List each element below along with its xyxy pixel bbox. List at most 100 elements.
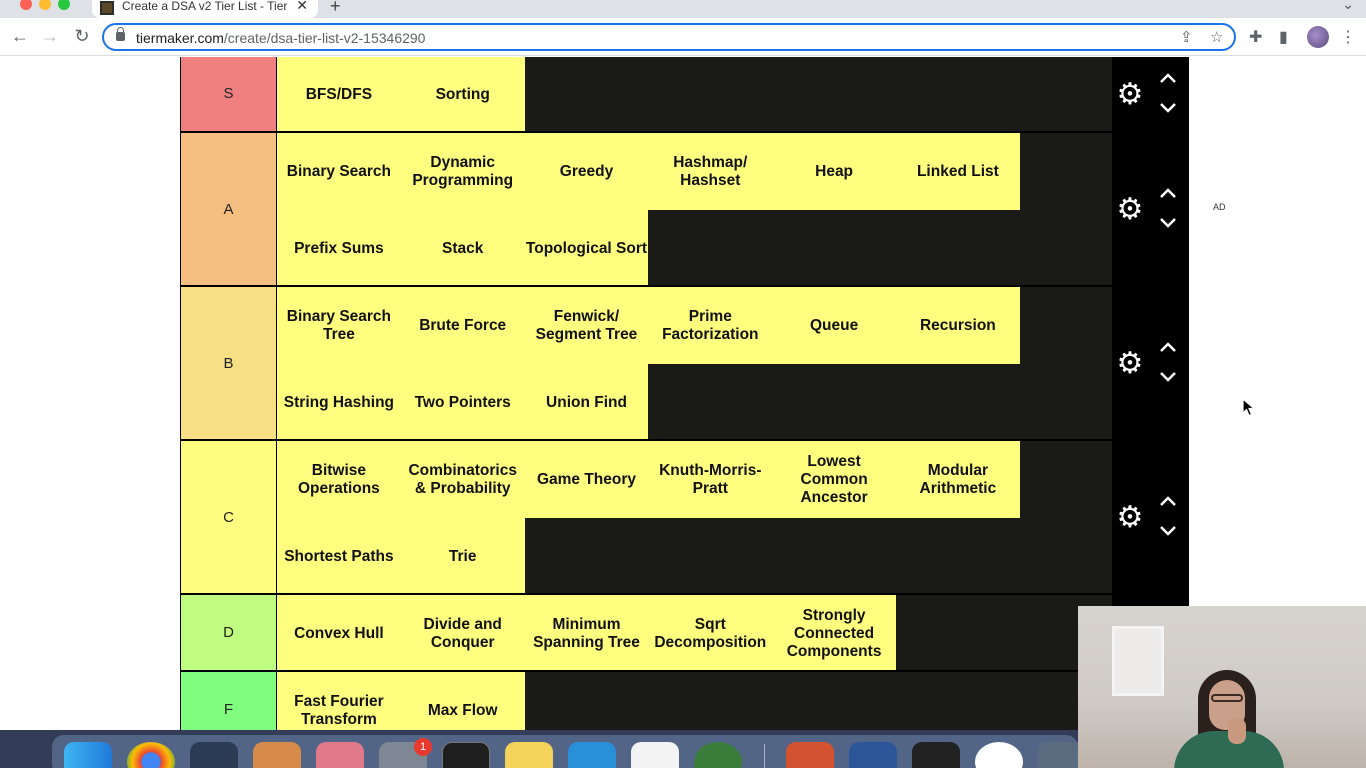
tier-item[interactable]: Brute Force	[400, 287, 525, 364]
tier-item[interactable]: Trie	[400, 518, 525, 595]
tier-items-c[interactable]: Bitwise Operations Combinatorics & Probab…	[277, 441, 1112, 595]
fox-app-icon[interactable]	[253, 742, 301, 768]
forward-arrow-icon[interactable]: →	[38, 24, 62, 48]
browser-toolbar: ← → ↻ tiermaker.com/create/dsa-tier-list…	[0, 18, 1366, 56]
tier-item[interactable]: String Hashing	[277, 364, 401, 441]
tier-item[interactable]: Stack	[400, 210, 525, 287]
word-icon[interactable]	[849, 742, 897, 768]
tier-item[interactable]: Prefix Sums	[277, 210, 401, 287]
tier-items-d[interactable]: Convex Hull Divide and Conquer Minimum Spa…	[277, 595, 1112, 672]
close-window-button[interactable]	[20, 0, 32, 10]
tab-strip: Create a DSA v2 Tier List - Tier ✕ + ⌄	[0, 0, 1366, 18]
chevron-up-icon[interactable]	[1157, 494, 1179, 510]
tier-item[interactable]: Fast Fourier Transform	[277, 672, 401, 730]
chevron-up-icon[interactable]	[1157, 340, 1179, 356]
chevron-down-icon[interactable]	[1157, 524, 1179, 540]
gear-icon[interactable]: ⚙	[1116, 79, 1144, 109]
tier-item[interactable]: Union Find	[524, 364, 649, 441]
tier-item[interactable]: Queue	[772, 287, 896, 364]
terminal-icon[interactable]	[442, 742, 490, 768]
dock-separator	[764, 744, 765, 768]
tier-item[interactable]: Bitwise Operations	[277, 441, 401, 518]
tier-label-s[interactable]: S	[180, 57, 277, 131]
extensions-puzzle-icon[interactable]: ✚	[1249, 27, 1262, 47]
tier-item[interactable]: Recursion	[895, 287, 1020, 364]
chevron-up-icon[interactable]	[1157, 186, 1179, 202]
tier-items-f[interactable]: Fast Fourier Transform Max Flow	[277, 672, 1112, 730]
tier-item[interactable]: Linked List	[895, 133, 1020, 210]
gear-icon[interactable]: ⚙	[1116, 195, 1144, 225]
tier-item[interactable]: Combinatorics & Probability	[400, 441, 525, 518]
new-tab-button[interactable]: +	[330, 0, 341, 15]
tier-item[interactable]: Divide and Conquer	[400, 595, 525, 672]
piano-app-icon[interactable]	[912, 742, 960, 768]
bookmark-star-icon[interactable]: ☆	[1210, 28, 1223, 46]
tier-item[interactable]: Binary Search	[277, 133, 401, 210]
tier-item[interactable]: Strongly Connected Components	[772, 595, 896, 672]
zoom-window-button[interactable]	[58, 0, 70, 10]
tier-item[interactable]: Hashmap/ Hashset	[648, 133, 773, 210]
tier-item[interactable]: Sorting	[400, 57, 525, 133]
side-panel-icon[interactable]: ▮	[1279, 27, 1288, 47]
tier-item[interactable]: Fenwick/ Segment Tree	[524, 287, 649, 364]
tier-item[interactable]: Shortest Paths	[277, 518, 401, 595]
gear-icon[interactable]: ⚙	[1116, 503, 1144, 533]
tier-controls: ⚙	[1112, 133, 1189, 285]
address-bar[interactable]: tiermaker.com/create/dsa-tier-list-v2-15…	[102, 23, 1236, 51]
gear-icon[interactable]: ⚙	[1116, 349, 1144, 379]
webcam-window-shape	[1112, 626, 1164, 696]
browser-tab[interactable]: Create a DSA v2 Tier List - Tier ✕	[92, 0, 318, 18]
tier-label-b[interactable]: B	[180, 287, 277, 439]
minimize-window-button[interactable]	[39, 0, 51, 10]
chevron-up-icon[interactable]	[1157, 71, 1179, 87]
tier-item[interactable]: Max Flow	[400, 672, 525, 730]
powerpoint-icon[interactable]	[786, 742, 834, 768]
affinity-icon[interactable]	[316, 742, 364, 768]
notes-pencil-icon[interactable]	[631, 742, 679, 768]
screen: Create a DSA v2 Tier List - Tier ✕ + ⌄ ←…	[0, 0, 1366, 768]
reload-icon[interactable]: ↻	[70, 24, 94, 48]
tier-row-f: FFast Fourier TransformMax Flow⚙	[180, 670, 1189, 730]
tier-controls: ⚙	[1112, 57, 1189, 131]
profile-avatar[interactable]	[1307, 26, 1329, 48]
tier-label-a[interactable]: A	[180, 133, 277, 285]
tier-item[interactable]: Dynamic Programming	[400, 133, 525, 210]
tab-search-chevron-icon[interactable]: ⌄	[1342, 0, 1354, 13]
browser-menu-icon[interactable]: ⋮	[1340, 27, 1356, 47]
tier-item[interactable]: Game Theory	[524, 441, 649, 518]
tier-items-b[interactable]: Binary Search Tree Brute Force Fenwick/ Se…	[277, 287, 1112, 441]
tier-item[interactable]: Knuth-Morris-Pratt	[648, 441, 773, 518]
tier-items-s[interactable]: BFS/DFS Sorting	[277, 57, 1112, 133]
tier-items-a[interactable]: Binary Search Dynamic Programming Greedy Ha…	[277, 133, 1112, 287]
tier-label-f[interactable]: F	[180, 672, 277, 730]
tier-item[interactable]: Greedy	[524, 133, 649, 210]
tab-title: Create a DSA v2 Tier List - Tier	[122, 0, 288, 12]
back-arrow-icon[interactable]: ←	[8, 24, 32, 48]
tier-item[interactable]: Convex Hull	[277, 595, 401, 672]
tier-item[interactable]: Prime Factorization	[648, 287, 773, 364]
maps-pin-icon[interactable]	[190, 742, 238, 768]
share-icon[interactable]: ⇪	[1180, 28, 1193, 46]
chevron-down-icon[interactable]	[1157, 101, 1179, 117]
tab-close-icon[interactable]: ✕	[296, 0, 308, 12]
chevron-down-icon[interactable]	[1157, 216, 1179, 232]
tier-row-b: B Binary Search Tree Brute Force Fenwick/ S…	[180, 285, 1189, 441]
tier-item[interactable]: Two Pointers	[400, 364, 525, 441]
url-path: /create/dsa-tier-list-v2-15346290	[223, 30, 426, 46]
finder-icon[interactable]	[64, 742, 112, 768]
python-icon[interactable]	[505, 742, 553, 768]
tier-label-c[interactable]: C	[180, 441, 277, 593]
tier-item[interactable]: Lowest Common Ancestor	[772, 441, 896, 518]
tier-item[interactable]: Minimum Spanning Tree	[524, 595, 649, 672]
tier-item[interactable]: Heap	[772, 133, 896, 210]
tier-label-d[interactable]: D	[180, 595, 277, 670]
url-text[interactable]: tiermaker.com/create/dsa-tier-list-v2-15…	[136, 30, 425, 46]
chevron-down-icon[interactable]	[1157, 370, 1179, 386]
tier-item[interactable]: Topological Sort	[524, 210, 649, 287]
vscode-icon[interactable]	[568, 742, 616, 768]
tier-item[interactable]: BFS/DFS	[277, 57, 401, 133]
tier-item[interactable]: Binary Search Tree	[277, 287, 401, 364]
tiermaker-favicon-icon	[100, 1, 114, 15]
tier-item[interactable]: Modular Arithmetic	[895, 441, 1020, 518]
tier-item[interactable]: Sqrt Decomposition	[648, 595, 773, 672]
